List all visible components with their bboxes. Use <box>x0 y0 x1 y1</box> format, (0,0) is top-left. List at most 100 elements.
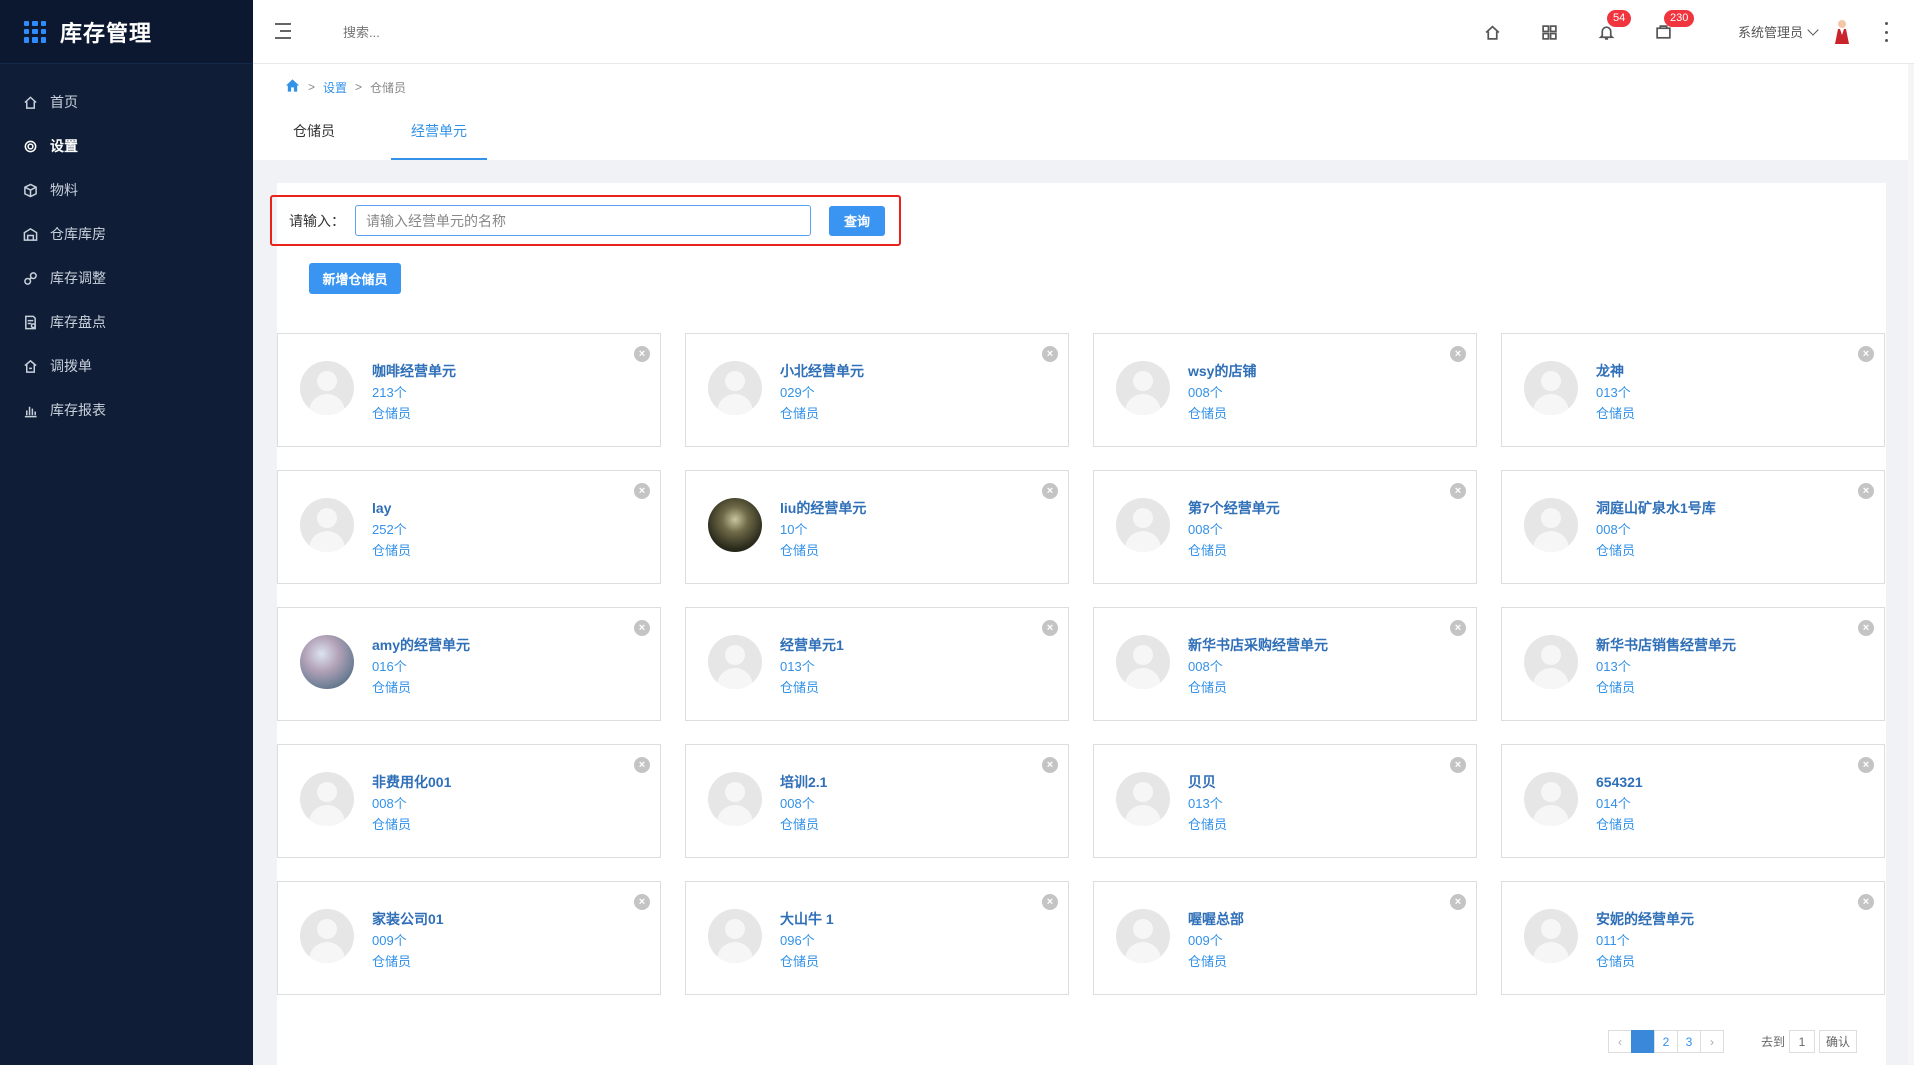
goto-confirm-button[interactable]: 确认 <box>1819 1030 1858 1053</box>
business-unit-card[interactable]: liu的经营单元 10个 仓储员 × <box>685 470 1069 584</box>
close-icon[interactable]: × <box>1450 346 1466 362</box>
close-icon[interactable]: × <box>1858 757 1874 773</box>
close-icon[interactable]: × <box>1858 483 1874 499</box>
avatar <box>1116 635 1170 689</box>
close-icon[interactable]: × <box>1450 894 1466 910</box>
breadcrumb-settings[interactable]: 设置 <box>323 79 347 96</box>
close-icon[interactable]: × <box>1042 757 1058 773</box>
query-button[interactable]: 查询 <box>829 205 885 236</box>
user-menu[interactable]: 系统管理员 <box>1738 22 1819 41</box>
sidebar-item-label: 设置 <box>50 138 78 154</box>
business-unit-card[interactable]: amy的经营单元 016个 仓储员 × <box>277 607 661 721</box>
business-unit-card[interactable]: 咖啡经营单元 213个 仓储员 × <box>277 333 661 447</box>
business-unit-card[interactable]: 新华书店销售经营单元 013个 仓储员 × <box>1501 607 1885 721</box>
sidebar-item-label: 库存盘点 <box>50 314 106 330</box>
page-button-3[interactable]: 3 <box>1677 1030 1701 1053</box>
close-icon[interactable]: × <box>1042 346 1058 362</box>
card-name: 洞庭山矿泉水1号库 <box>1596 500 1716 516</box>
card-info: 龙神 013个 仓储员 <box>1596 361 1635 424</box>
goto-page-input[interactable] <box>1789 1030 1816 1053</box>
next-page-button[interactable]: › <box>1700 1030 1724 1053</box>
close-icon[interactable]: × <box>634 620 650 636</box>
close-icon[interactable]: × <box>634 894 650 910</box>
sidebar-item-report[interactable]: 库存报表 <box>0 388 253 432</box>
apps-grid-icon[interactable] <box>24 20 46 43</box>
avatar <box>708 498 762 552</box>
sidebar-item-warehouse[interactable]: 仓库库房 <box>0 212 253 256</box>
close-icon[interactable]: × <box>1042 483 1058 499</box>
close-icon[interactable]: × <box>634 757 650 773</box>
search-form: 请输入： 查询 <box>270 195 901 246</box>
close-icon[interactable]: × <box>1042 620 1058 636</box>
business-unit-card[interactable]: 家装公司01 009个 仓储员 × <box>277 881 661 995</box>
business-unit-card[interactable]: 经营单元1 013个 仓储员 × <box>685 607 1069 721</box>
business-unit-card[interactable]: 喔喔总部 009个 仓储员 × <box>1093 881 1477 995</box>
close-icon[interactable]: × <box>1858 894 1874 910</box>
close-icon[interactable]: × <box>634 346 650 362</box>
warehouse-icon <box>22 226 38 242</box>
close-icon[interactable]: × <box>1450 483 1466 499</box>
card-role: 仓储员 <box>1596 406 1636 421</box>
sidebar-item-materials[interactable]: 物料 <box>0 168 253 212</box>
message-icon[interactable]: 230 <box>1652 10 1695 43</box>
top-bar: 54 230 系统管理员 <box>253 0 1914 64</box>
business-unit-card[interactable]: 非费用化001 008个 仓储员 × <box>277 744 661 858</box>
business-unit-card[interactable]: 新华书店采购经营单元 008个 仓储员 × <box>1093 607 1477 721</box>
top-search-input[interactable] <box>343 22 593 42</box>
app-grid-icon[interactable] <box>1538 21 1560 43</box>
business-unit-card[interactable]: 培训2.1 008个 仓储员 × <box>685 744 1069 858</box>
business-unit-card[interactable]: 龙神 013个 仓储员 × <box>1501 333 1885 447</box>
card-name: 咖啡经营单元 <box>372 363 456 379</box>
business-unit-card[interactable]: 第7个经营单元 008个 仓储员 × <box>1093 470 1477 584</box>
more-menu-icon[interactable] <box>1883 22 1889 42</box>
business-unit-card[interactable]: lay 252个 仓储员 × <box>277 470 661 584</box>
sidebar-item-settings[interactable]: 设置 <box>0 124 253 168</box>
menu-toggle-icon[interactable] <box>275 22 295 40</box>
close-icon[interactable]: × <box>1450 757 1466 773</box>
card-role: 仓储员 <box>1596 817 1636 832</box>
avatar <box>1524 361 1578 415</box>
notification-bell-icon[interactable]: 54 <box>1595 10 1632 43</box>
page-scrollbar[interactable] <box>1908 64 1914 1065</box>
user-name: 系统管理员 <box>1738 25 1804 40</box>
sidebar-item-stock-check[interactable]: 库存盘点 <box>0 300 253 344</box>
close-icon[interactable]: × <box>1042 894 1058 910</box>
sidebar-item-stock-adjust[interactable]: 库存调整 <box>0 256 253 300</box>
home-shortcut-icon[interactable] <box>1481 21 1503 43</box>
close-icon[interactable]: × <box>634 483 650 499</box>
avatar[interactable] <box>1831 18 1853 44</box>
sidebar-item-label: 物料 <box>50 182 78 198</box>
sidebar-item-home[interactable]: 首页 <box>0 80 253 124</box>
avatar <box>708 361 762 415</box>
business-unit-search-input[interactable] <box>355 205 811 236</box>
card-count: 008个 <box>1596 522 1631 537</box>
page-button-1[interactable]: 1 <box>1631 1030 1655 1053</box>
breadcrumb-home-icon[interactable] <box>285 78 300 96</box>
avatar <box>708 909 762 963</box>
add-warehouse-keeper-button[interactable]: 新增仓储员 <box>309 263 401 294</box>
close-icon[interactable]: × <box>1858 620 1874 636</box>
page-button-2[interactable]: 2 <box>1654 1030 1678 1053</box>
business-unit-card[interactable]: 小北经营单元 029个 仓储员 × <box>685 333 1069 447</box>
close-icon[interactable]: × <box>1450 620 1466 636</box>
card-name: 龙神 <box>1596 363 1624 379</box>
avatar <box>1116 361 1170 415</box>
notification-badge: 54 <box>1607 10 1632 27</box>
tab-warehouse-keeper[interactable]: 仓储员 <box>273 116 355 160</box>
close-icon[interactable]: × <box>1858 346 1874 362</box>
main-panel: 请输入： 查询 新增仓储员 咖啡经营单元 213个仓储员 × 小北经营单元 029个仓储… <box>270 183 1886 1065</box>
business-unit-card[interactable]: 安妮的经营单元 011个 仓储员 × <box>1501 881 1885 995</box>
tab-business-unit[interactable]: 经营单元 <box>391 116 487 160</box>
card-role: 仓储员 <box>372 543 412 558</box>
business-unit-card[interactable]: 贝贝 013个 仓储员 × <box>1093 744 1477 858</box>
business-unit-card[interactable]: 大山牛 1 096个 仓储员 × <box>685 881 1069 995</box>
avatar <box>708 635 762 689</box>
business-unit-card[interactable]: 654321 014个 仓储员 × <box>1501 744 1885 858</box>
card-role: 仓储员 <box>780 543 820 558</box>
card-count: 013个 <box>780 659 815 674</box>
sidebar-item-transfer[interactable]: 调拨单 <box>0 344 253 388</box>
business-unit-card[interactable]: 洞庭山矿泉水1号库 008个 仓储员 × <box>1501 470 1885 584</box>
business-unit-card[interactable]: wsy的店铺 008个 仓储员 × <box>1093 333 1477 447</box>
card-count: 009个 <box>1188 933 1223 948</box>
prev-page-button[interactable]: ‹ <box>1608 1030 1632 1053</box>
